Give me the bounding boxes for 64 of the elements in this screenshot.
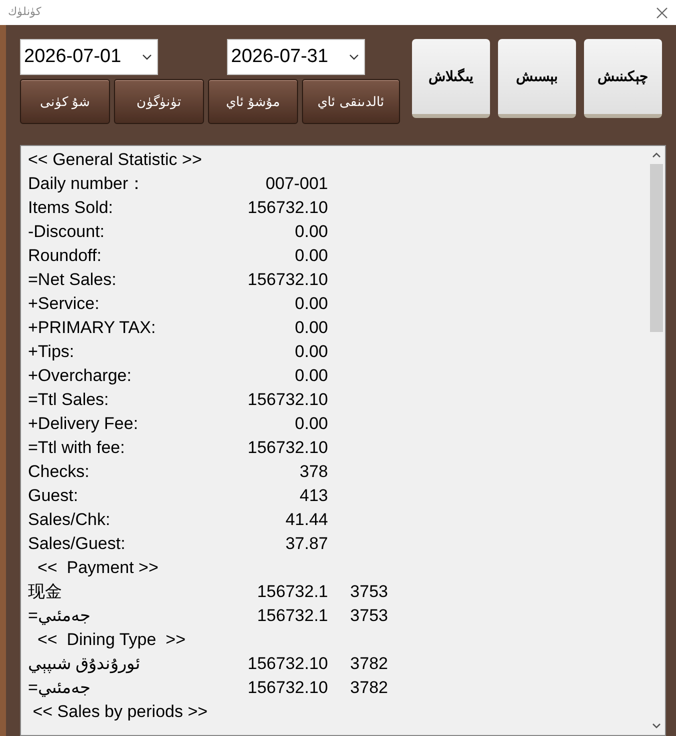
report-label: Daily number： <box>28 173 146 196</box>
report-value: 156732.10 <box>246 389 328 412</box>
report-value: 0.00 <box>294 245 328 268</box>
report-label: +Overcharge: <box>28 365 132 388</box>
scroll-up-icon[interactable] <box>652 152 661 158</box>
report-count: 3753 <box>349 581 388 604</box>
report-label: =Ttl with fee: <box>28 437 126 460</box>
report-value: 0.00 <box>294 293 328 316</box>
report-label: Items Sold: <box>28 197 114 220</box>
chevron-down-icon <box>349 54 359 60</box>
report-label: =Net Sales: <box>28 269 118 292</box>
report-value: 156732.1 <box>256 581 328 604</box>
report-heading: << Payment >> <box>36 557 160 579</box>
chevron-down-icon <box>142 54 152 60</box>
report-heading: << General Statistic >> <box>28 149 203 171</box>
report-label: -Discount: <box>28 221 106 244</box>
report-value: 156732.10 <box>246 197 328 220</box>
report-label: =جەمئىي <box>28 677 92 700</box>
report-value: 0.00 <box>294 221 328 244</box>
date-dropdown[interactable]: 2026-07-01 <box>20 39 158 75</box>
report-label: +Service: <box>28 293 100 316</box>
report-value: 007-001 <box>264 173 328 196</box>
report-value: 156732.1 <box>256 605 328 628</box>
report-label: =جەمئىي <box>28 605 92 628</box>
report-value: 37.87 <box>284 533 328 556</box>
report-count: 3753 <box>349 605 388 628</box>
report-value: 0.00 <box>294 341 328 364</box>
report-heading: << Dining Type >> <box>36 629 187 651</box>
action-button[interactable]: يىگىلاش <box>412 39 490 118</box>
report-label: +Delivery Fee: <box>28 413 140 436</box>
scroll-down-icon[interactable] <box>652 723 661 729</box>
period-button[interactable]: شۇ كۈنى <box>20 79 110 124</box>
report-value: 156732.10 <box>246 437 328 460</box>
report-value: 156732.10 <box>246 269 328 292</box>
report-value: 378 <box>298 461 328 484</box>
report-label: Guest: <box>28 485 80 508</box>
report-value: 0.00 <box>294 413 328 436</box>
period-button[interactable]: تۈنۈگۈن <box>114 79 204 124</box>
report-label: +PRIMARY TAX: <box>28 317 157 340</box>
report-value: 0.00 <box>294 317 328 340</box>
window-title: كۈنلۈك <box>8 5 41 20</box>
period-button[interactable]: ئالدىنقى ئاي <box>302 79 400 124</box>
report-label: Checks: <box>28 461 90 484</box>
report-label: Sales/Chk: <box>28 509 112 532</box>
report-label: ئورۇندۇق شىپېي <box>28 653 142 676</box>
report-label: Sales/Guest: <box>28 533 126 556</box>
report-count: 3782 <box>349 677 388 700</box>
report-value: 413 <box>298 485 328 508</box>
report-heading: << Sales by periods >> <box>32 701 209 723</box>
report-value: 156732.10 <box>246 653 328 676</box>
report-label: =Ttl Sales: <box>28 389 110 412</box>
report-label: Roundoff: <box>28 245 102 268</box>
close-icon[interactable] <box>656 6 668 18</box>
period-button[interactable]: مۇشۇ ئاي <box>208 79 298 124</box>
report-value: 41.44 <box>284 509 328 532</box>
action-button[interactable]: چېكىنىش <box>584 39 662 118</box>
action-button[interactable]: بېسىش <box>498 39 576 118</box>
report-value: 0.00 <box>294 365 328 388</box>
report-label: +Tips: <box>28 341 76 364</box>
report-value: 156732.10 <box>246 677 328 700</box>
report-label: 现金 <box>28 581 63 604</box>
date-dropdown[interactable]: 2026-07-31 <box>227 39 365 75</box>
report-count: 3782 <box>349 653 388 676</box>
scroll-thumb[interactable] <box>650 164 663 332</box>
